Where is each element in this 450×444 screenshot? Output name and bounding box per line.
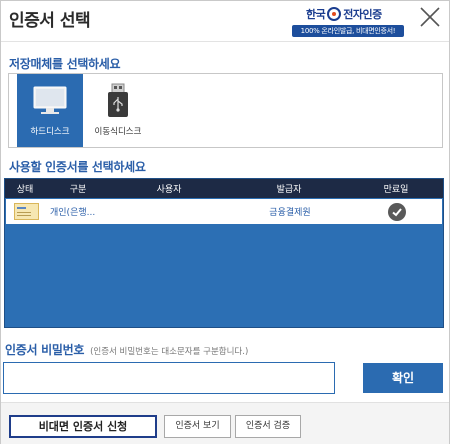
confirm-button[interactable]: 확인 — [363, 363, 443, 393]
close-icon — [420, 7, 440, 27]
media-item-removable-disk-label: 이동식디스크 — [94, 127, 142, 137]
media-section-label: 저장매체를 선택하세요 — [9, 57, 121, 71]
password-input[interactable] — [3, 362, 335, 394]
dialog-title: 인증서 선택 — [9, 11, 91, 31]
table-row[interactable]: 개인(은행... 금융결제원 — [6, 199, 442, 224]
expiry-cell — [352, 202, 442, 221]
password-hint: (인증서 비밀번호는 대소문자를 구분합니다.) — [90, 347, 249, 357]
checkmark-icon — [392, 207, 402, 216]
brand-logo-wordmark: 한국 전자인증 — [306, 5, 382, 23]
brand-tagline: 100% 온라인발급, 비대면인증서! — [292, 25, 404, 37]
brand-mark-icon — [327, 7, 342, 21]
certificate-dialog: 인증서 선택 한국 전자인증 100% 온라인발급, 비대면인증서! 저장매체를… — [0, 0, 450, 444]
media-item-harddisk-label: 하드디스크 — [30, 127, 70, 137]
close-button[interactable] — [417, 4, 443, 30]
certificate-section-label: 사용할 인증서를 선택하세요 — [9, 160, 146, 174]
column-header-issuer: 발급자 — [276, 185, 302, 195]
brand-name-left: 한국 — [306, 8, 326, 21]
password-label: 인증서 비밀번호 — [5, 343, 85, 357]
monitor-icon — [33, 86, 67, 114]
certificate-table: 상태 구분 사용자 발급자 만료일 개인(은행... 금융결제원 — [4, 178, 444, 328]
media-item-harddisk[interactable]: 하드디스크 — [17, 74, 83, 147]
unface-certificate-request-button[interactable]: 비대면 인증서 신청 — [9, 415, 157, 438]
usb-drive-icon — [108, 83, 128, 117]
column-header-expiry: 만료일 — [383, 185, 409, 195]
column-header-user: 사용자 — [156, 185, 182, 195]
check-circle-icon — [388, 202, 406, 221]
table-header: 상태 구분 사용자 발급자 만료일 — [5, 179, 443, 198]
type-cell: 개인(은행... — [50, 208, 96, 218]
verify-certificate-button[interactable]: 인증서 검증 — [235, 415, 301, 438]
media-selector: 하드디스크 이동식디스크 — [8, 73, 443, 148]
header-divider — [1, 41, 449, 42]
media-item-removable-disk[interactable]: 이동식디스크 — [85, 74, 151, 147]
brand-name-right: 전자인증 — [343, 8, 382, 21]
view-certificate-button[interactable]: 인증서 보기 — [164, 415, 231, 438]
status-cell — [6, 203, 46, 220]
column-header-status: 상태 — [16, 185, 34, 195]
brand-logo: 한국 전자인증 100% 온라인발급, 비대면인증서! — [292, 5, 404, 37]
password-label-row: 인증서 비밀번호 (인증서 비밀번호는 대소문자를 구분합니다.) — [5, 341, 248, 358]
issuer-cell: 금융결제원 — [269, 208, 311, 218]
certificate-icon — [13, 203, 39, 220]
column-header-type: 구분 — [69, 185, 87, 195]
